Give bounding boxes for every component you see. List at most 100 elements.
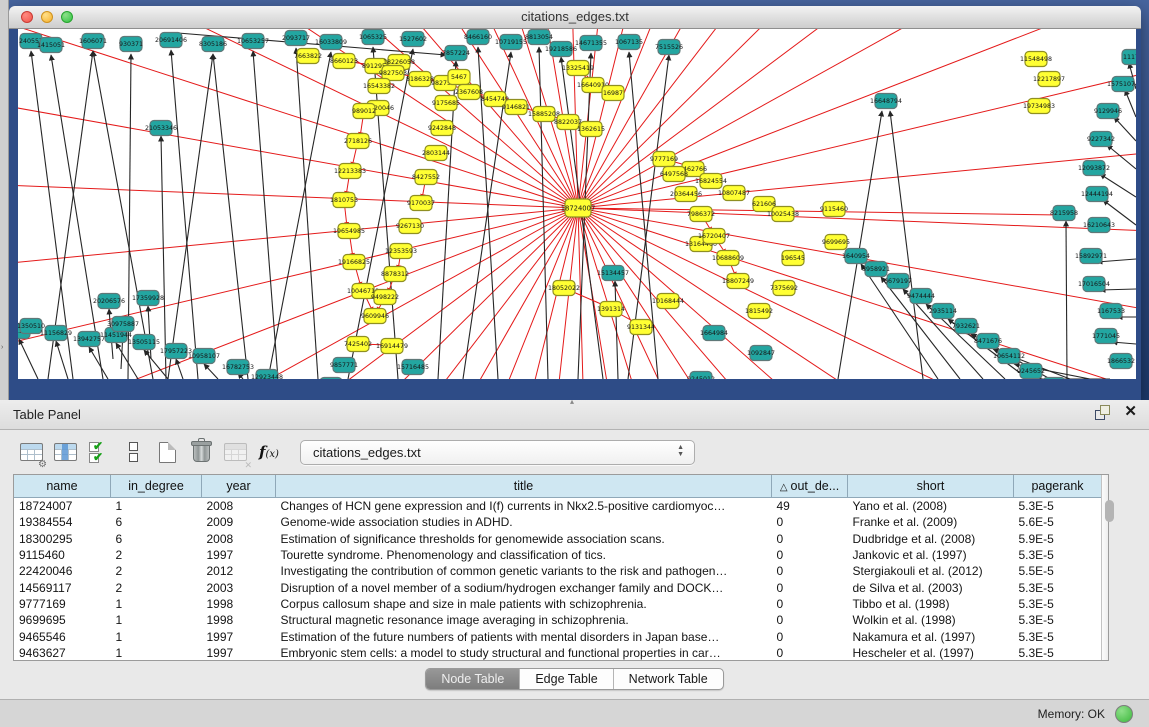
graph-node[interactable]: 10025438 (767, 207, 799, 222)
table-cell[interactable]: 0 (772, 547, 848, 563)
graph-node[interactable]: 9474444 (907, 289, 935, 304)
graph-node[interactable]: 7375692 (770, 281, 798, 296)
graph-node[interactable]: 6679197 (884, 274, 912, 289)
graph-node[interactable]: 9115460 (820, 202, 848, 217)
graph-node[interactable]: 9245652 (1017, 364, 1045, 379)
graph-node[interactable]: 12217897 (1033, 72, 1065, 87)
table-row[interactable]: 969969511998Structural magnetic resonanc… (14, 612, 1101, 628)
graph-node[interactable]: 6497568 (660, 167, 688, 182)
delete-column-button[interactable] (186, 437, 216, 467)
graph-node[interactable]: 10653257 (237, 34, 269, 49)
graph-node[interactable]: 9609946 (361, 309, 389, 324)
graph-node[interactable]: 16648794 (870, 94, 902, 109)
table-cell[interactable]: 22420046 (14, 563, 111, 579)
scrollbar-thumb[interactable] (1105, 500, 1114, 522)
graph-node[interactable]: 19654985 (333, 224, 365, 239)
table-cell[interactable]: 0 (772, 596, 848, 612)
graph-node[interactable]: 15892971 (1075, 249, 1107, 264)
table-cell[interactable]: 0 (772, 579, 848, 595)
graph-node[interactable]: 16914479 (376, 339, 408, 354)
table-cell[interactable]: 6 (111, 531, 202, 547)
table-cell[interactable]: 0 (772, 628, 848, 644)
graph-node[interactable]: 10654112 (993, 349, 1025, 364)
table-cell[interactable]: 0 (772, 563, 848, 579)
graph-node[interactable]: 20364456 (670, 187, 702, 202)
table-cell[interactable]: 1 (111, 612, 202, 628)
table-cell[interactable]: Dudbridge et al. (2008) (848, 531, 1014, 547)
graph-node[interactable]: 1415051 (37, 38, 65, 53)
table-cell[interactable]: Nakamura et al. (1997) (848, 628, 1014, 644)
graph-node[interactable]: 9498222 (371, 290, 399, 305)
graph-node[interactable]: 1866532 (1107, 354, 1135, 369)
graph-node[interactable]: 1362615 (577, 122, 605, 137)
graph-node[interactable]: 30975887 (107, 317, 139, 332)
table-cell[interactable]: 1998 (202, 596, 276, 612)
table-cell[interactable]: 1998 (202, 612, 276, 628)
left-panel-divider[interactable]: › (0, 0, 9, 400)
graph-node[interactable]: 16210643 (1083, 218, 1115, 233)
graph-node[interactable]: 1527602 (399, 32, 427, 47)
table-cell[interactable]: 2 (111, 563, 202, 579)
table-cell[interactable]: 9463627 (14, 645, 111, 661)
table-cell[interactable]: 1997 (202, 628, 276, 644)
graph-node[interactable]: 21053346 (145, 121, 177, 136)
table-cell[interactable]: Hescheler et al. (1997) (848, 645, 1014, 661)
graph-node[interactable]: 7986372 (687, 207, 715, 222)
graph-node[interactable]: 8305186 (199, 37, 227, 52)
float-panel-icon[interactable] (1095, 405, 1110, 419)
network-window[interactable]: citations_edges.txt 24055714150511606071… (9, 6, 1141, 400)
graph-node[interactable]: 5467 (448, 70, 470, 85)
table-cell[interactable]: Jankovic et al. (1997) (848, 547, 1014, 563)
graph-node[interactable]: 10807487 (718, 186, 750, 201)
table-cell[interactable]: Disruption of a novel member of a sodium… (276, 579, 772, 595)
graph-node[interactable]: 20206576 (93, 294, 125, 309)
column-header-pagerank[interactable]: pagerank (1014, 475, 1102, 498)
graph-node[interactable]: 7515526 (655, 40, 683, 55)
graph-node[interactable]: 196545 (781, 251, 805, 266)
column-header-year[interactable]: year (202, 475, 276, 498)
graph-node[interactable]: 930371 (119, 37, 143, 52)
table-cell[interactable]: Wolkin et al. (1998) (848, 612, 1014, 628)
graph-node[interactable]: 9129946 (1094, 104, 1122, 119)
table-cell[interactable]: 2012 (202, 563, 276, 579)
graph-node[interactable]: 2803144 (422, 146, 450, 161)
graph-node[interactable]: 1067135 (615, 35, 643, 50)
table-row[interactable]: 1872400712008Changes of HCN gene express… (14, 498, 1101, 515)
graph-node[interactable]: 9227342 (1087, 132, 1115, 147)
graph-node[interactable]: 7495012 (1040, 378, 1068, 380)
graph-node[interactable]: 1810753 (330, 193, 358, 208)
graph-node[interactable]: 18807249 (722, 274, 754, 289)
table-cell[interactable]: 0 (772, 645, 848, 661)
tab-edge-table[interactable]: Edge Table (520, 669, 613, 689)
graph-node[interactable]: 9857771 (330, 358, 358, 373)
graph-node[interactable]: 8471676 (974, 334, 1002, 349)
graph-node[interactable]: 8186328 (406, 72, 434, 87)
table-cell[interactable]: Yano et al. (2008) (848, 498, 1014, 515)
new-column-button[interactable] (152, 437, 182, 467)
graph-node[interactable]: 9267130 (396, 219, 424, 234)
graph-node[interactable]: 1391314 (597, 302, 625, 317)
graph-node[interactable]: 9777169 (650, 152, 678, 167)
graph-node[interactable]: 15134457 (597, 266, 629, 281)
graph-node[interactable]: 8215958 (1050, 206, 1078, 221)
graph-node[interactable]: 8660123 (330, 54, 358, 69)
table-select-dropdown[interactable]: citations_edges.txt ▲▼ (300, 440, 695, 465)
table-cell[interactable]: 5.3E-5 (1014, 596, 1102, 612)
table-cell[interactable]: 9777169 (14, 596, 111, 612)
graph-node[interactable]: 15716485 (397, 360, 429, 375)
graph-node[interactable]: 17016504 (1078, 277, 1110, 292)
table-cell[interactable]: 0 (772, 531, 848, 547)
table-cell[interactable]: 1 (111, 645, 202, 661)
table-cell[interactable]: 0 (772, 514, 848, 530)
graph-node[interactable]: 8813054 (525, 30, 553, 45)
graph-node[interactable]: 19166825 (338, 255, 370, 270)
graph-node[interactable]: 20691406 (155, 33, 187, 48)
table-row[interactable]: 977716911998Corpus callosum shape and si… (14, 596, 1101, 612)
table-mode-button[interactable]: ⚙ (16, 437, 46, 467)
table-cell[interactable]: Structural magnetic resonance image aver… (276, 612, 772, 628)
graph-node[interactable]: 13505115 (128, 335, 160, 350)
graph-node[interactable]: 11175 (1122, 50, 1136, 65)
graph-node[interactable]: 11548498 (1020, 52, 1052, 67)
graph-node[interactable]: 18052022 (548, 281, 580, 296)
graph-node[interactable]: 12213383 (334, 164, 366, 179)
